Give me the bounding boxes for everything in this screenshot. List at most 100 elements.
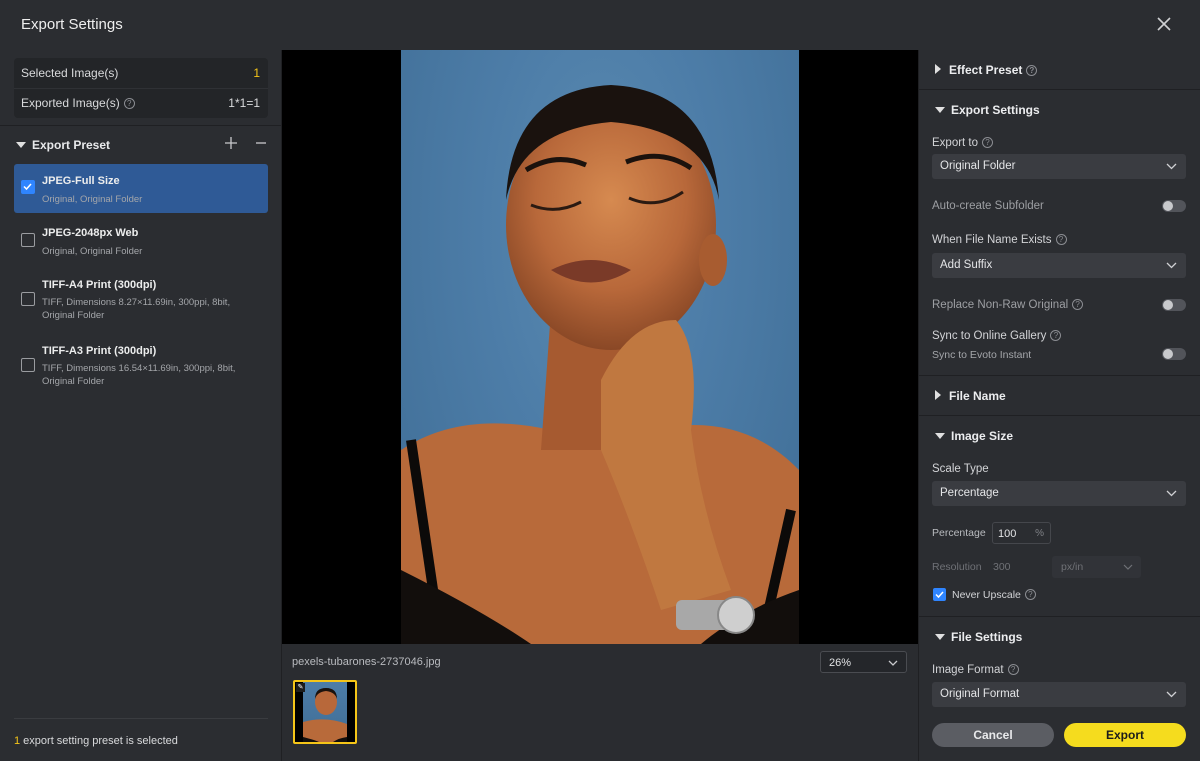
never-upscale-label: Never Upscale?: [952, 589, 1036, 601]
resolution-label: Resolution: [932, 561, 982, 573]
divider: [919, 415, 1200, 416]
preset-item[interactable]: TIFF-A3 Print (300dpi) TIFF, Dimensions …: [14, 334, 268, 396]
zoom-dropdown[interactable]: 26%: [820, 651, 907, 673]
divider: [0, 125, 282, 126]
auto-subfolder-toggle[interactable]: [1162, 200, 1186, 212]
sync-gallery-label: Sync to Online Gallery?: [932, 330, 1062, 342]
selected-images-row: Selected Image(s) 1: [14, 58, 268, 88]
image-size-section[interactable]: Image Size: [935, 429, 1013, 443]
preset-name: TIFF-A3 Print (300dpi): [42, 345, 157, 357]
window-title: Export Settings: [21, 16, 123, 33]
percentage-input[interactable]: 100 %: [992, 522, 1051, 544]
auto-subfolder-label: Auto-create Subfolder: [932, 200, 1044, 212]
portrait-photo: [401, 85, 799, 644]
preset-description: Original, Original Folder: [42, 194, 143, 205]
caret-right-icon: [935, 390, 941, 400]
help-icon[interactable]: ?: [982, 137, 994, 148]
export-settings-section[interactable]: Export Settings: [935, 103, 1040, 117]
chevron-down-icon: [1166, 163, 1177, 170]
scale-type-label: Scale Type: [932, 463, 989, 475]
selected-images-label: Selected Image(s): [21, 66, 119, 80]
selected-images-value: 1: [253, 66, 260, 80]
help-icon[interactable]: ?: [1024, 589, 1036, 600]
sync-gallery-sublabel: Sync to Evoto Instant: [932, 349, 1032, 361]
image-stats: Selected Image(s) 1 Exported Image(s)? 1…: [14, 58, 268, 118]
help-icon[interactable]: ?: [123, 98, 135, 109]
export-to-value: Original Folder: [940, 160, 1016, 172]
edit-badge-icon: ✎: [296, 683, 305, 692]
preview-image: [401, 50, 799, 644]
title-bar: Export Settings: [0, 0, 1200, 50]
caret-down-icon: [935, 107, 945, 113]
file-name-section[interactable]: File Name: [935, 389, 1006, 403]
check-icon: [935, 591, 944, 599]
when-exists-value: Add Suffix: [940, 259, 993, 271]
percentage-label: Percentage: [932, 527, 986, 539]
preset-description: Original, Original Folder: [42, 246, 143, 257]
help-icon[interactable]: ?: [1050, 330, 1062, 341]
left-panel: Selected Image(s) 1 Exported Image(s)? 1…: [0, 50, 282, 761]
preview-canvas: [282, 50, 918, 644]
preset-name: JPEG-Full Size: [42, 175, 120, 187]
right-panel: Effect Preset? Export Settings Export to…: [918, 50, 1200, 761]
preview-area: pexels-tubarones-2737046.jpg 26% ✎: [282, 50, 918, 761]
chevron-down-icon: [1166, 490, 1177, 497]
cancel-button[interactable]: Cancel: [932, 723, 1054, 747]
caret-down-icon: [935, 634, 945, 640]
percentage-value: 100: [998, 528, 1017, 540]
preset-checkbox[interactable]: [21, 358, 35, 372]
chevron-down-icon: [1123, 564, 1133, 570]
exported-images-row: Exported Image(s)? 1*1=1: [14, 88, 268, 118]
when-exists-label: When File Name Exists?: [932, 234, 1067, 246]
export-to-label: Export to?: [932, 137, 994, 149]
image-thumbnail[interactable]: ✎: [293, 680, 357, 744]
divider: [14, 718, 268, 719]
divider: [919, 616, 1200, 617]
check-icon: [23, 183, 32, 191]
resolution-unit-select: px/in: [1052, 556, 1141, 578]
image-format-select[interactable]: Original Format: [932, 682, 1186, 707]
close-icon[interactable]: [1154, 14, 1174, 34]
file-settings-section[interactable]: File Settings: [935, 630, 1022, 644]
caret-down-icon: [16, 142, 26, 148]
percentage-unit: %: [1035, 528, 1044, 539]
divider: [919, 89, 1200, 90]
preset-description: TIFF, Dimensions 16.54×11.69in, 300ppi, …: [42, 363, 236, 387]
effect-preset-section[interactable]: Effect Preset?: [935, 63, 1038, 77]
help-icon[interactable]: ?: [1055, 234, 1067, 245]
replace-nonraw-toggle[interactable]: [1162, 299, 1186, 311]
preset-description: TIFF, Dimensions 8.27×11.69in, 300ppi, 8…: [42, 297, 231, 321]
preset-item[interactable]: JPEG-2048px Web Original, Original Folde…: [14, 216, 268, 264]
preset-name: TIFF-A4 Print (300dpi): [42, 279, 157, 291]
preset-item[interactable]: JPEG-Full Size Original, Original Folder: [14, 164, 268, 213]
help-icon[interactable]: ?: [1026, 65, 1038, 76]
never-upscale-checkbox[interactable]: [933, 588, 946, 601]
resolution-value: 300: [993, 561, 1011, 573]
sync-gallery-toggle[interactable]: [1162, 348, 1186, 360]
divider: [919, 375, 1200, 376]
preset-name: JPEG-2048px Web: [42, 227, 139, 239]
thumbnail-image: [303, 682, 347, 742]
scale-type-value: Percentage: [940, 487, 999, 499]
scale-type-select[interactable]: Percentage: [932, 481, 1186, 506]
export-to-select[interactable]: Original Folder: [932, 154, 1186, 179]
when-exists-select[interactable]: Add Suffix: [932, 253, 1186, 278]
exported-images-value: 1*1=1: [228, 96, 260, 110]
preset-checkbox[interactable]: [21, 180, 35, 194]
help-icon[interactable]: ?: [1072, 299, 1084, 310]
resolution-unit-value: px/in: [1061, 561, 1084, 573]
preset-item[interactable]: TIFF-A4 Print (300dpi) TIFF, Dimensions …: [14, 268, 268, 330]
image-format-value: Original Format: [940, 688, 1020, 700]
help-icon[interactable]: ?: [1007, 664, 1019, 675]
preset-checkbox[interactable]: [21, 292, 35, 306]
add-preset-icon[interactable]: [224, 136, 238, 150]
remove-preset-icon[interactable]: [254, 136, 268, 150]
export-button[interactable]: Export: [1064, 723, 1186, 747]
image-format-label: Image Format?: [932, 664, 1019, 676]
zoom-value: 26%: [829, 657, 852, 669]
chevron-down-icon: [1166, 262, 1177, 269]
caret-right-icon: [935, 64, 941, 74]
export-preset-header[interactable]: Export Preset: [16, 138, 110, 152]
replace-nonraw-label: Replace Non-Raw Original?: [932, 299, 1084, 311]
preset-checkbox[interactable]: [21, 233, 35, 247]
